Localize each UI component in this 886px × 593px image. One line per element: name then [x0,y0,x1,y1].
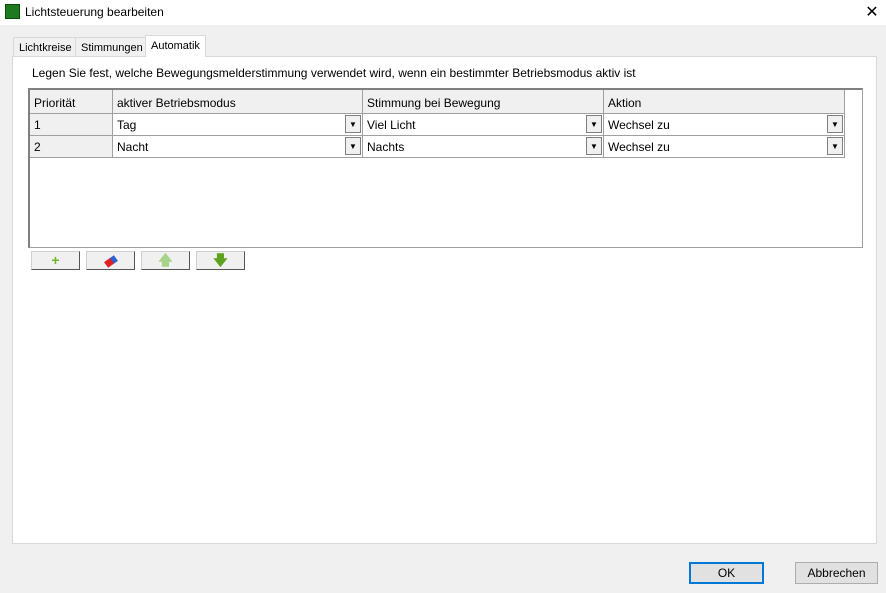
action-dropdown[interactable]: Wechsel zu ▼ [604,136,845,158]
chevron-down-icon[interactable]: ▼ [586,115,602,133]
arrow-down-icon: 🡇 [213,252,228,268]
rules-grid: Priorität aktiver Betriebsmodus Stimmung… [28,88,863,248]
tab-automatik[interactable]: Automatik [145,35,206,57]
chevron-down-icon[interactable]: ▼ [827,137,843,155]
chevron-down-icon[interactable]: ▼ [586,137,602,155]
column-header-action[interactable]: Aktion [604,90,845,114]
chevron-down-icon[interactable]: ▼ [827,115,843,133]
app-icon [5,4,20,19]
column-header-mode[interactable]: aktiver Betriebsmodus [113,90,363,114]
chevron-down-icon[interactable]: ▼ [345,137,361,155]
row-priority: 1 [30,114,113,136]
description-text: Legen Sie fest, welche Bewegungsmelderst… [32,66,636,80]
add-row-button[interactable]: + [31,251,80,270]
mode-dropdown[interactable]: Nacht ▼ [113,136,363,158]
ok-button[interactable]: OK [689,562,764,584]
row-priority: 2 [30,136,113,158]
action-dropdown[interactable]: Wechsel zu ▼ [604,114,845,136]
arrow-up-icon: 🡅 [158,252,173,268]
tab-lichtkreise[interactable]: Lichtkreise [13,37,78,57]
cancel-button[interactable]: Abbrechen [795,562,878,584]
scene-dropdown[interactable]: Viel Licht ▼ [363,114,604,136]
mode-value: Nacht [117,140,149,154]
tab-stimmungen[interactable]: Stimmungen [75,37,149,57]
mode-value: Tag [117,118,137,132]
scene-dropdown[interactable]: Nachts ▼ [363,136,604,158]
window-title: Lichtsteuerung bearbeiten [25,5,164,19]
column-header-scene[interactable]: Stimmung bei Bewegung [363,90,604,114]
close-button[interactable]: ✕ [862,2,882,22]
action-value: Wechsel zu [608,118,670,132]
move-up-button[interactable]: 🡅 [141,251,190,270]
scene-value: Nachts [367,140,405,154]
title-bar: Lichtsteuerung bearbeiten ✕ [0,0,886,25]
action-value: Wechsel zu [608,140,670,154]
eraser-icon [103,255,118,268]
move-down-button[interactable]: 🡇 [196,251,245,270]
delete-row-button[interactable] [86,251,135,270]
column-header-priority[interactable]: Priorität [30,90,113,114]
plus-icon: + [51,252,60,268]
mode-dropdown[interactable]: Tag ▼ [113,114,363,136]
chevron-down-icon[interactable]: ▼ [345,115,361,133]
scene-value: Viel Licht [367,118,416,132]
